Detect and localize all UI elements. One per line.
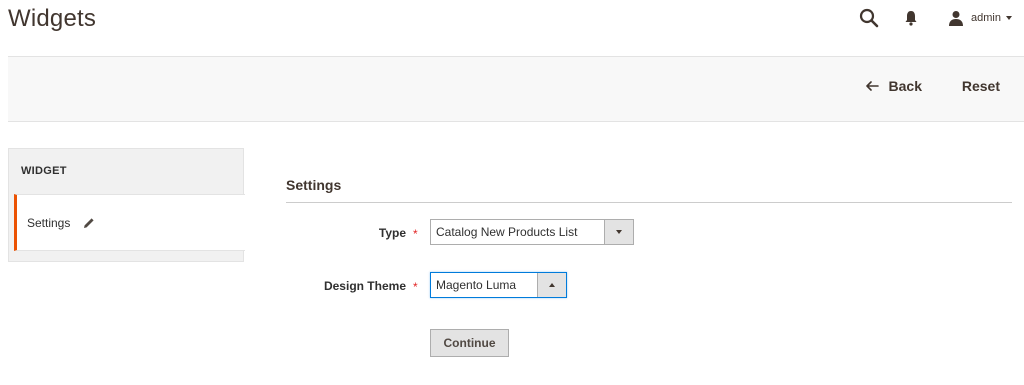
- pencil-icon: [83, 217, 95, 229]
- page-title: Widgets: [8, 5, 97, 32]
- user-icon: [948, 10, 964, 26]
- sidebar-item-label: Settings: [27, 215, 71, 230]
- bell-icon[interactable]: [902, 9, 920, 27]
- chevron-down-icon: [1006, 16, 1012, 20]
- design-theme-required-mark: *: [413, 280, 418, 294]
- type-label: Type: [378, 226, 406, 240]
- select-arrow: [604, 220, 633, 244]
- chevron-up-icon: [549, 283, 555, 287]
- arrow-left-icon: [865, 78, 879, 94]
- sidebar-title: WIDGET: [21, 165, 67, 177]
- page-actions-bar: Back Reset: [8, 56, 1024, 122]
- type-select-value: Catalog New Products List: [436, 225, 578, 239]
- design-theme-select[interactable]: Magento Luma: [430, 272, 567, 298]
- sidebar: WIDGET Settings: [8, 148, 245, 262]
- design-theme-select-value: Magento Luma: [436, 278, 517, 292]
- section-divider: [286, 202, 1012, 203]
- user-menu[interactable]: admin: [948, 10, 1012, 26]
- type-required-mark: *: [413, 227, 418, 241]
- select-arrow: [537, 273, 566, 297]
- chevron-down-icon: [616, 230, 622, 234]
- section-title: Settings: [286, 177, 342, 193]
- user-name: admin: [971, 12, 1001, 24]
- back-label: Back: [888, 78, 922, 94]
- sidebar-item-settings[interactable]: Settings: [14, 194, 245, 251]
- back-button[interactable]: Back: [865, 78, 922, 94]
- continue-button[interactable]: Continue: [430, 329, 509, 357]
- reset-button[interactable]: Reset: [962, 78, 1000, 94]
- design-theme-label: Design Theme: [323, 279, 406, 293]
- search-icon[interactable]: [858, 7, 880, 29]
- type-select[interactable]: Catalog New Products List: [430, 219, 634, 245]
- header-actions: admin: [858, 5, 1012, 31]
